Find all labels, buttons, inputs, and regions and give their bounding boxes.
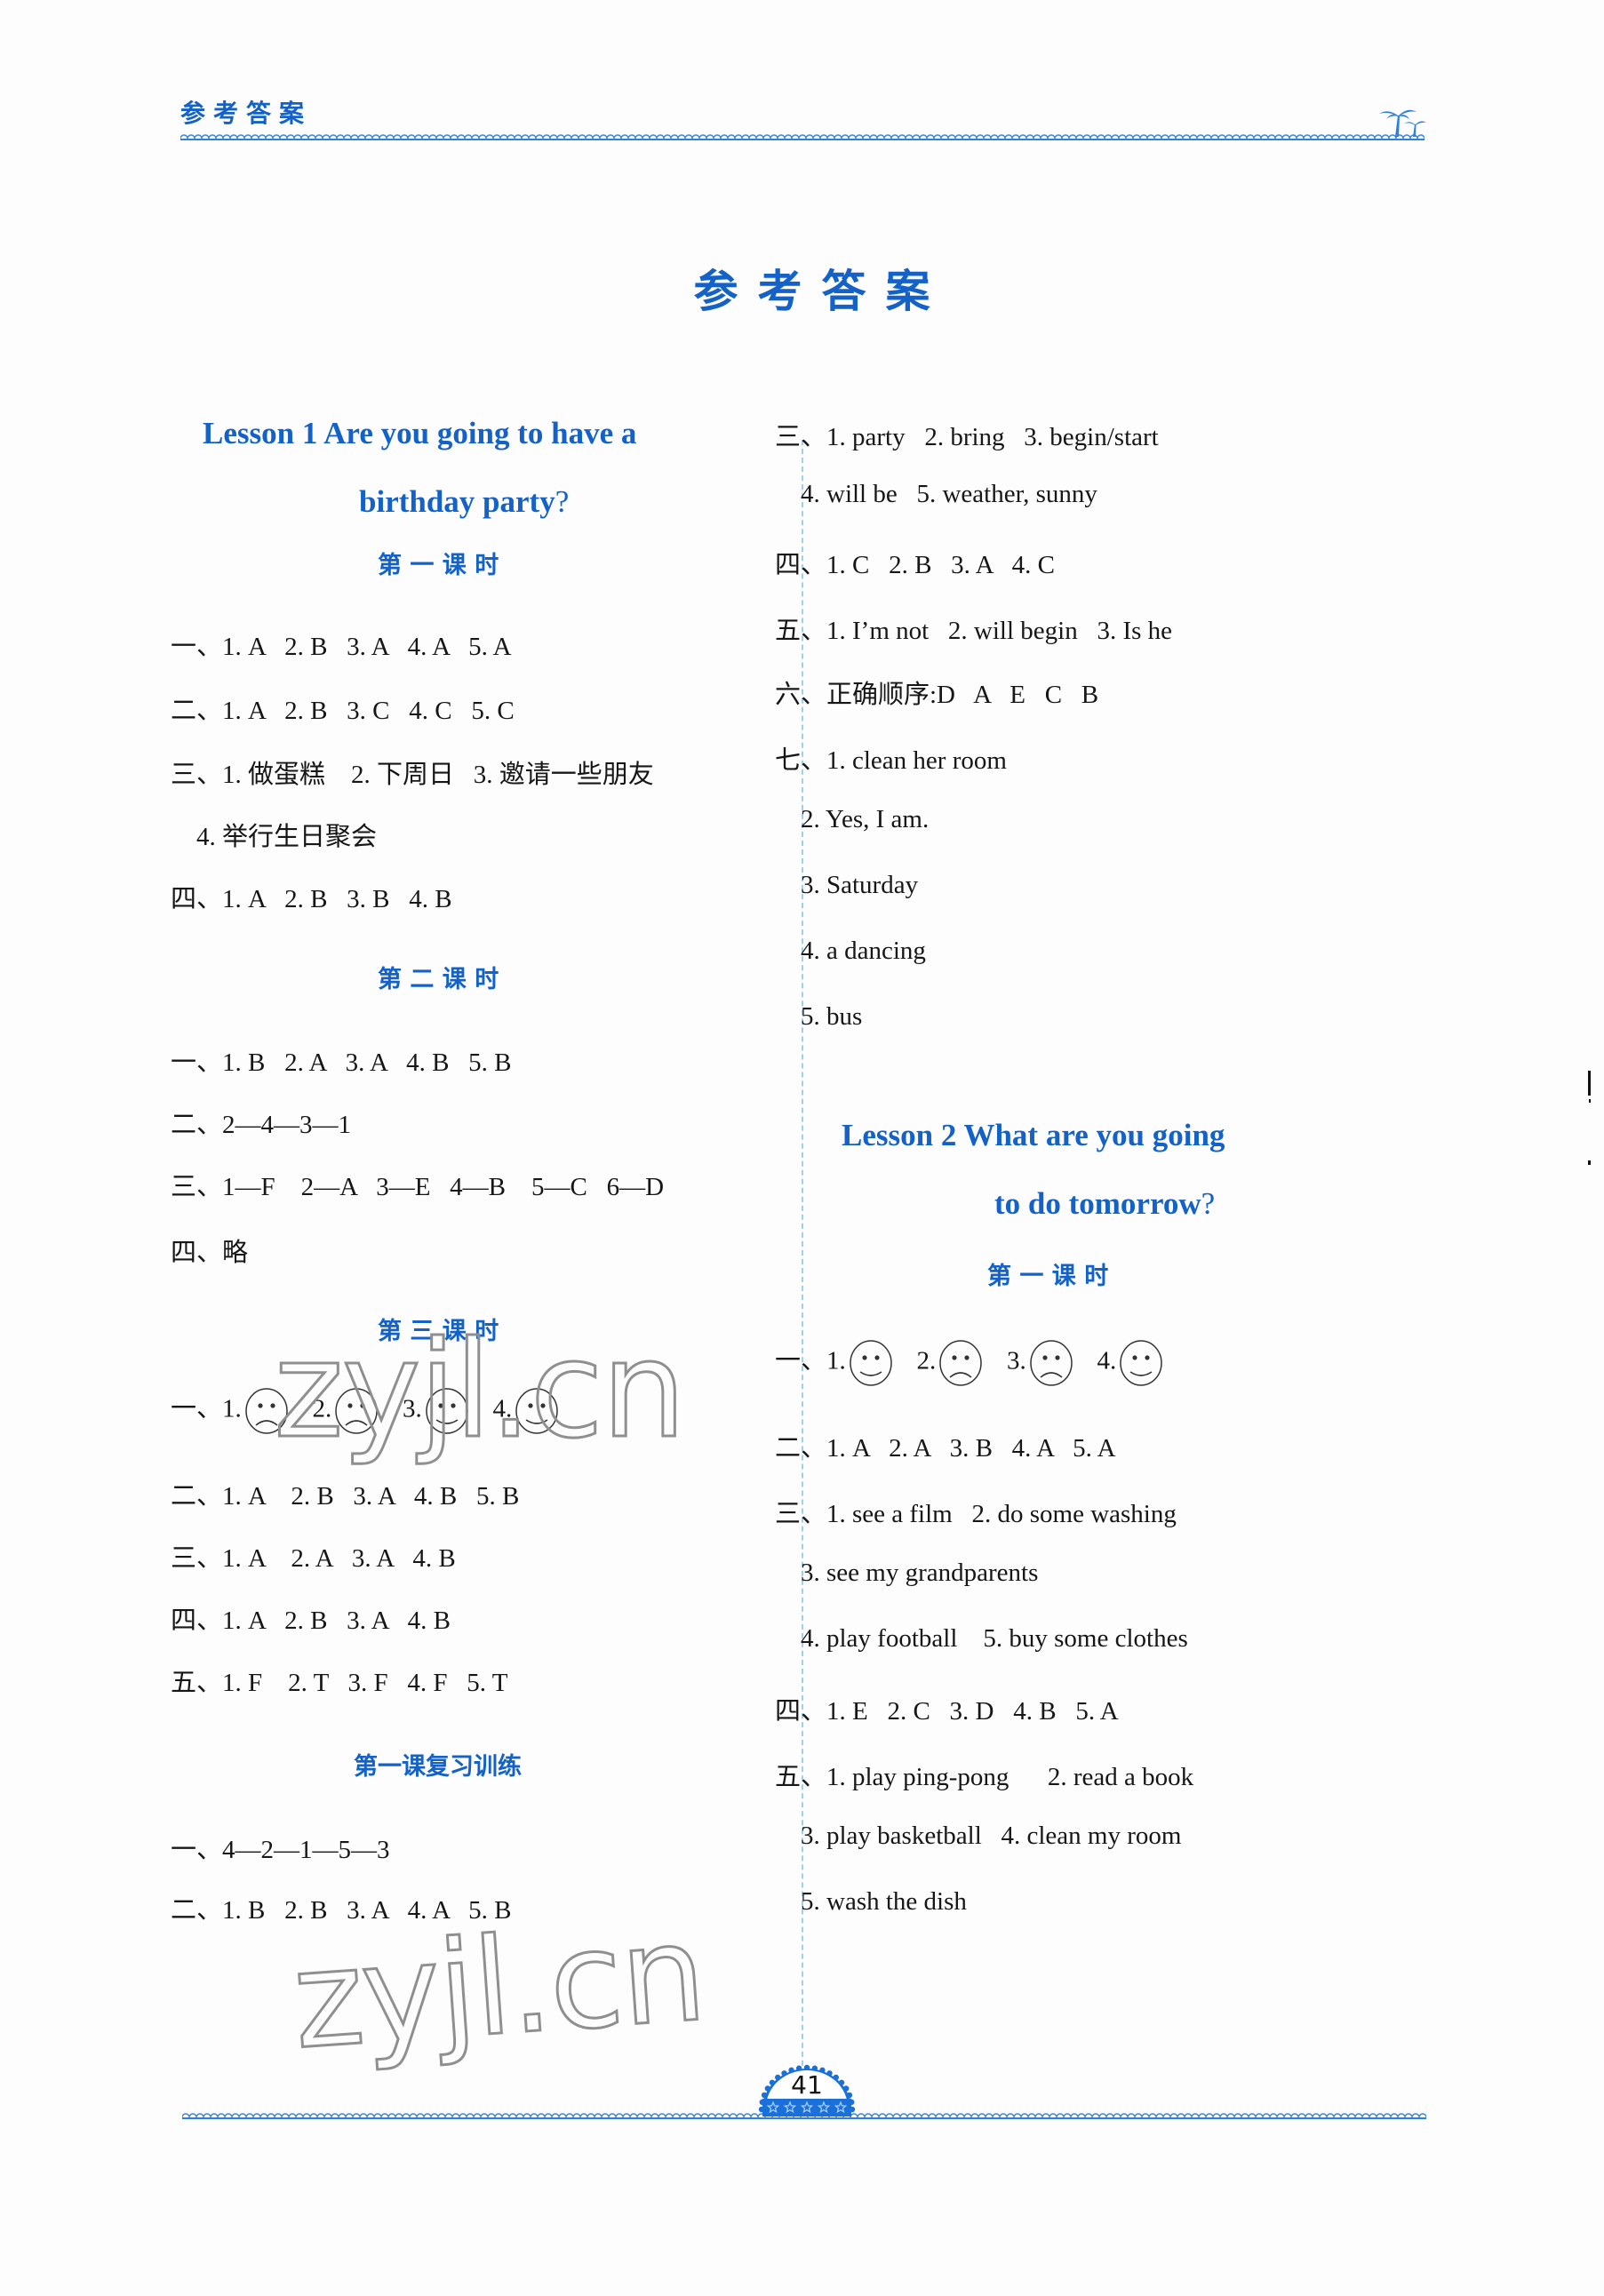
page-number: 41 [791,2070,823,2100]
scan-edge-mark [1588,1071,1591,1096]
lesson2-title-qm: ? [1201,1186,1216,1221]
sad-face-icon [1028,1338,1074,1388]
review1-heading: 第一课复习训练 [354,1753,522,1781]
happy-face-icon [514,1386,560,1436]
face-item-number: 2. [897,1346,937,1375]
faces-answer-line: 一、1. 2. 3. 4. [775,1338,1168,1388]
face-item-number: 3. [383,1394,422,1423]
period1-heading: 第 一 课 时 [378,552,499,579]
answer-line: 六、正确顺序:D A E C B [775,681,1099,709]
lesson2-title-text: to do tomorrow [994,1186,1201,1221]
answer-line: 四、1. A 2. B 3. B 4. B [171,885,452,913]
answer-line: 五、1. I’m not 2. will begin 3. Is he [775,617,1173,645]
answer-line: 二、1. A 2. B 3. A 4. B 5. B [171,1482,520,1511]
answer-line: 五、1. F 2. T 3. F 4. F 5. T [171,1669,508,1697]
palm-tree-icon [1379,109,1426,137]
answer-line: 二、2—4—3—1 [171,1111,352,1139]
answer-line: 2. Yes, I am. [775,805,930,833]
answer-line: 三、1. 做蛋糕 2. 下周日 3. 邀请一些朋友 [171,761,654,789]
answer-line: 一、4—2—1—5—3 [171,1836,390,1864]
header-wave-rule [180,132,1424,140]
sad-face-icon [243,1386,290,1436]
answer-line: 3. play basketball 4. clean my room [775,1822,1182,1850]
answer-line: 二、1. A 2. A 3. B 4. A 5. A [775,1434,1116,1463]
face-item-number: 2. [292,1394,332,1423]
sad-face-icon [938,1338,984,1388]
happy-face-icon [1118,1338,1164,1388]
lesson2-title-line2: to do tomorrow? [994,1186,1215,1222]
face-item-number: 1. [222,1394,242,1423]
answer-line: 3. Saturday [775,871,919,899]
answer-line: 5. bus [775,1002,863,1031]
answer-line: 七、1. clean her room [775,746,1007,775]
lesson1-title-text: birthday party [359,484,555,519]
answer-line: 4. play football 5. buy some clothes [775,1624,1188,1653]
answer-line: 四、1. C 2. B 3. A 4. C [775,551,1056,579]
scan-edge-mark [1588,1160,1591,1165]
face-item-number: 1. [826,1346,846,1375]
page-title: 参考答案 [693,266,950,317]
faces-answer-line: 一、1. 2. 3. 4. [171,1386,563,1436]
answer-line: 二、1. A 2. B 3. C 4. C 5. C [171,697,515,725]
lesson2-period1-heading: 第 一 课 时 [987,1263,1109,1290]
answer-line: 一、1. A 2. B 3. A 4. A 5. A [171,633,512,661]
answer-line: 3. see my grandparents [775,1559,1039,1587]
answer-line: 三、1. see a film 2. do some washing [775,1500,1177,1528]
lesson1-title-line1: Lesson 1 Are you going to have a [203,416,637,450]
scan-edge-mark [1589,1099,1591,1103]
period2-heading: 第 二 课 时 [378,966,499,993]
answer-line: 三、1. A 2. A 3. A 4. B [171,1544,456,1573]
happy-face-icon [424,1386,470,1436]
answer-line: 四、略 [171,1239,249,1267]
question-number-prefix: 一、 [171,1394,223,1423]
lesson1-title-line2: birthday party? [359,484,569,520]
answer-line: 4. a dancing [775,937,926,965]
question-number-prefix: 一、 [775,1346,827,1375]
answer-line: 一、1. B 2. A 3. A 4. B 5. B [171,1048,512,1077]
answer-line: 4. will be 5. weather, sunny [775,480,1097,508]
happy-face-icon [848,1338,894,1388]
answer-line: 三、1—F 2—A 3—E 4—B 5—C 6—D [171,1173,665,1201]
face-item-number: 4. [1077,1346,1117,1375]
answer-line: 四、1. E 2. C 3. D 4. B 5. A [775,1697,1119,1726]
answer-line: 三、1. party 2. bring 3. begin/start [775,423,1159,451]
running-header-label: 参考答案 [180,99,313,128]
answer-line: 五、1. play ping-pong 2. read a book [775,1763,1194,1791]
answer-line: 4. 举行生日聚会 [171,823,378,851]
answer-line: 二、1. B 2. B 3. A 4. A 5. B [171,1896,512,1925]
face-item-number: 4. [473,1394,513,1423]
face-item-number: 3. [987,1346,1026,1375]
period3-heading: 第 三 课 时 [378,1318,499,1345]
lesson1-title-qm: ? [555,484,570,519]
lesson2-title-line1: Lesson 2 What are you going [842,1118,1225,1152]
sad-face-icon [333,1386,379,1436]
answer-line: 5. wash the dish [775,1887,967,1916]
answer-line: 四、1. A 2. B 3. A 4. B [171,1606,451,1635]
